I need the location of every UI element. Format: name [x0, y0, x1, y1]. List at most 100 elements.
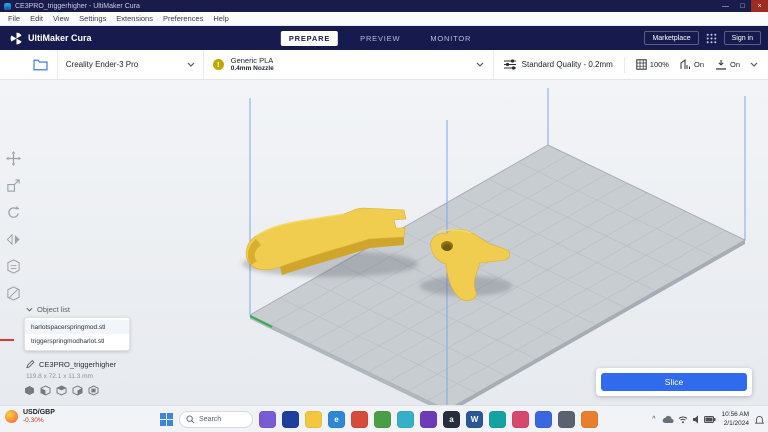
maximize-button[interactable]: □ — [734, 0, 751, 12]
widget-ticker: USD/GBP — [23, 409, 55, 417]
view-left-icon[interactable] — [72, 385, 83, 396]
view-3d-icon[interactable] — [24, 385, 35, 396]
battery-icon[interactable] — [704, 416, 716, 423]
taskbar-app-icon[interactable] — [305, 411, 322, 428]
support-blocker-tool[interactable] — [5, 285, 21, 301]
menu-settings[interactable]: Settings — [74, 14, 111, 23]
app-name: UltiMaker Cura — [28, 33, 92, 43]
title-bar: CE3PRO_triggerhigher - UltiMaker Cura — … — [0, 0, 768, 12]
menu-extensions[interactable]: Extensions — [111, 14, 158, 23]
rotate-icon — [6, 205, 21, 220]
rotate-tool[interactable] — [5, 204, 21, 220]
menu-bar: File Edit View Settings Extensions Prefe… — [0, 12, 768, 26]
support-icon — [680, 59, 691, 70]
stage-tabs: PREPARE PREVIEW MONITOR — [281, 31, 479, 46]
cloud-icon[interactable] — [662, 415, 674, 424]
profile-name: Standard Quality - 0.2mm — [522, 60, 613, 69]
divider — [624, 57, 625, 73]
mirror-icon — [6, 232, 21, 247]
object-list-toggle[interactable]: Object list — [26, 305, 70, 314]
project-name: CE3PRO_triggerhigher — [39, 360, 116, 369]
taskbar-app-icon[interactable] — [351, 411, 368, 428]
chevron-down-icon — [750, 62, 758, 67]
system-tray: ^ 10:56 AM 2/1/2024 — [652, 406, 764, 432]
view-front-icon[interactable] — [40, 385, 51, 396]
object-list-item[interactable]: harlotspacerspringmod.stl — [25, 320, 129, 334]
wifi-icon[interactable] — [678, 415, 688, 424]
brand: UltiMaker Cura — [10, 32, 92, 45]
pencil-icon[interactable] — [26, 359, 35, 369]
taskbar-app-icon[interactable] — [558, 411, 575, 428]
tab-preview[interactable]: PREVIEW — [352, 31, 408, 46]
view-top-icon[interactable] — [56, 385, 67, 396]
widget-weather-icon — [5, 410, 18, 423]
minimize-button[interactable]: — — [717, 0, 734, 12]
camera-view-buttons — [24, 385, 99, 396]
taskbar-app-icon[interactable] — [489, 411, 506, 428]
tray-expand-chevron[interactable]: ^ — [652, 416, 655, 423]
view-right-icon[interactable] — [88, 385, 99, 396]
ultimaker-logo-icon — [10, 32, 23, 45]
chevron-down-icon — [26, 307, 33, 312]
menu-view[interactable]: View — [48, 14, 74, 23]
infill-value: 100% — [650, 60, 669, 69]
move-tool[interactable] — [5, 150, 21, 166]
slice-button[interactable]: Slice — [601, 373, 747, 391]
mirror-tool[interactable] — [5, 231, 21, 247]
volume-icon[interactable] — [692, 415, 700, 424]
adhesion-icon — [715, 60, 727, 70]
tab-monitor[interactable]: MONITOR — [422, 31, 479, 46]
taskbar-app-icon[interactable] — [512, 411, 529, 428]
object-list-panel: harlotspacerspringmod.stl triggerspringm… — [24, 317, 130, 351]
taskbar-app-icon[interactable] — [374, 411, 391, 428]
infill-indicator: 100% — [636, 59, 669, 70]
search-placeholder: Search — [199, 416, 221, 423]
cura-app-icon — [4, 3, 11, 10]
taskbar-app-icon[interactable] — [535, 411, 552, 428]
taskbar-app-icon[interactable] — [581, 411, 598, 428]
tab-prepare[interactable]: PREPARE — [281, 31, 338, 46]
tool-column — [5, 150, 21, 301]
per-model-settings-icon — [6, 259, 21, 274]
menu-preferences[interactable]: Preferences — [158, 14, 208, 23]
notification-bell-icon[interactable] — [755, 415, 764, 425]
taskbar-app-icon[interactable]: e — [328, 411, 345, 428]
taskbar-app-icon[interactable]: W — [466, 411, 483, 428]
search-input[interactable]: Search — [179, 411, 253, 428]
menu-edit[interactable]: Edit — [25, 14, 48, 23]
scale-tool[interactable] — [5, 177, 21, 193]
print-settings-selector[interactable]: Standard Quality - 0.2mm 100% On — [494, 50, 768, 79]
sign-in-button[interactable]: Sign in — [724, 31, 761, 45]
menu-help[interactable]: Help — [208, 14, 233, 23]
taskbar-center: Search e a W — [160, 406, 598, 432]
taskbar-app-icon[interactable] — [259, 411, 276, 428]
menu-file[interactable]: File — [3, 14, 25, 23]
viewport-3d[interactable] — [0, 80, 768, 405]
material-selector[interactable]: ! Generic PLA 0.4mm Nozzle — [204, 50, 494, 79]
cura-window: CE3PRO_triggerhigher - UltiMaker Cura — … — [0, 0, 768, 432]
taskbar-app-icon[interactable]: a — [443, 411, 460, 428]
taskbar-widget[interactable]: USD/GBP -0.30% — [5, 409, 55, 424]
support-indicator: On — [680, 59, 704, 70]
open-file-button[interactable] — [24, 50, 58, 79]
start-button[interactable] — [160, 413, 173, 426]
sliders-icon — [504, 59, 516, 70]
move-icon — [6, 151, 21, 166]
taskbar-app-icon[interactable] — [397, 411, 414, 428]
printer-selector[interactable]: Creality Ender-3 Pro — [58, 50, 204, 79]
taskbar-clock[interactable]: 10:56 AM 2/1/2024 — [722, 411, 749, 427]
object-list-label: Object list — [37, 305, 70, 314]
per-model-settings-tool[interactable] — [5, 258, 21, 274]
chevron-down-icon — [187, 62, 195, 67]
app-header: UltiMaker Cura PREPARE PREVIEW MONITOR M… — [0, 26, 768, 50]
marketplace-button[interactable]: Marketplace — [644, 31, 698, 45]
clock-date: 2/1/2024 — [722, 420, 749, 428]
material-name: Generic PLA — [231, 56, 274, 65]
object-list-item[interactable]: triggerspringmodharlot.stl — [25, 334, 129, 348]
taskbar-app-icon[interactable] — [420, 411, 437, 428]
taskbar-app-icon[interactable] — [282, 411, 299, 428]
support-value: On — [694, 60, 704, 69]
grid-menu-icon[interactable] — [706, 33, 717, 44]
close-button[interactable]: × — [751, 0, 768, 12]
slice-panel: Slice — [596, 368, 752, 396]
